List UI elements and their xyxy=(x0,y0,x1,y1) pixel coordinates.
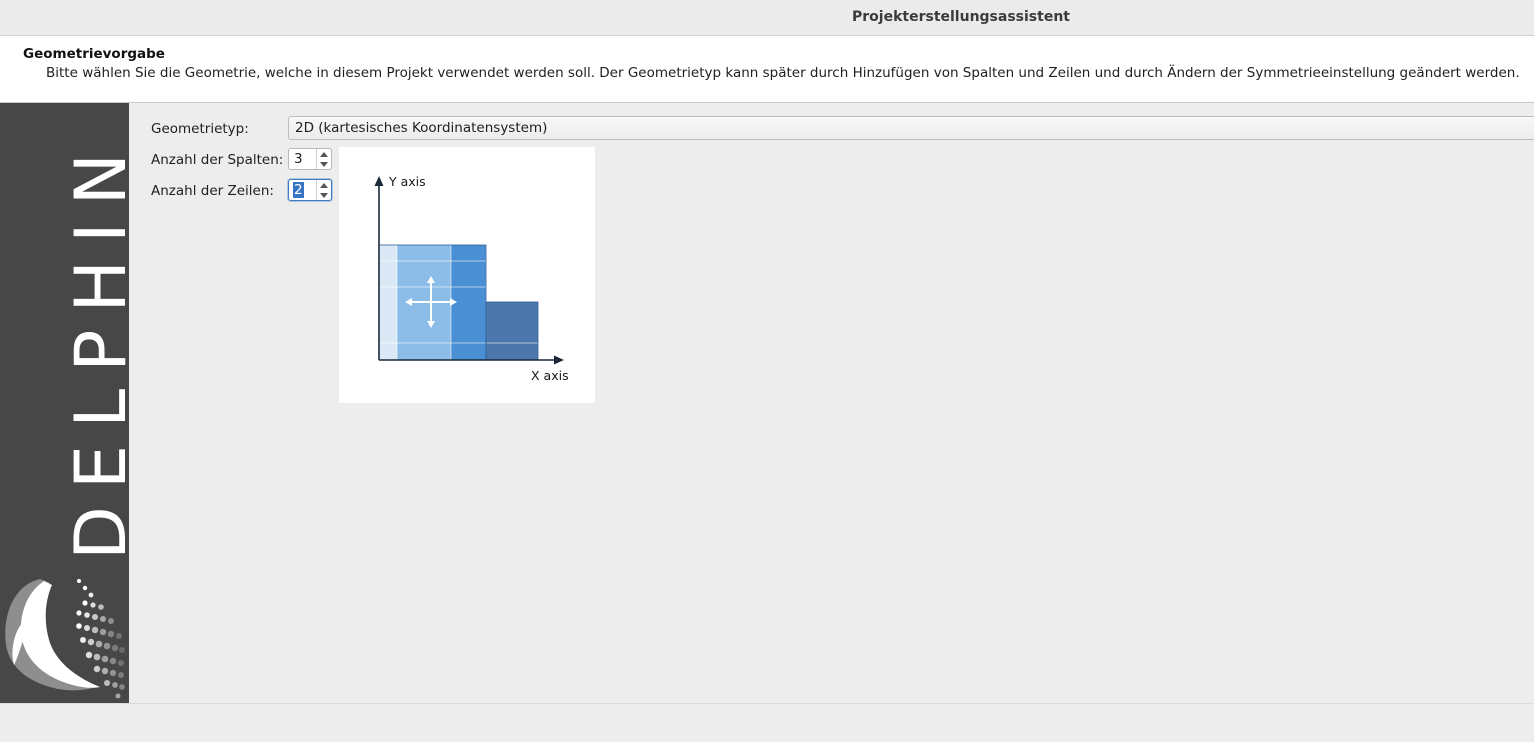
geometry-preview: Y axis X axis xyxy=(339,147,595,403)
columns-increment-arrow-icon[interactable] xyxy=(317,149,331,159)
geometry-type-label: Geometrietyp: xyxy=(151,121,249,137)
bottom-divider xyxy=(0,703,1534,704)
wizard-header: Geometrievorgabe Bitte wählen Sie die Ge… xyxy=(0,36,1534,103)
geometry-type-value: 2D (kartesisches Koordinatensystem) xyxy=(295,120,548,136)
rows-label: Anzahl der Zeilen: xyxy=(151,183,274,199)
window-title: Projekterstellungsassistent xyxy=(852,9,1070,25)
geometry-preview-graphic: Y axis X axis xyxy=(374,174,569,383)
y-axis-arrow-icon xyxy=(374,176,384,186)
x-axis-label: X axis xyxy=(531,368,569,383)
sidebar-logo-panel: DELPHIN xyxy=(0,103,129,703)
geometry-type-select[interactable]: 2D (kartesisches Koordinatensystem) xyxy=(288,116,1534,140)
x-axis-arrow-icon xyxy=(554,355,564,365)
delphin-logo-text: DELPHIN xyxy=(60,136,129,560)
rows-spin-buttons xyxy=(316,180,331,200)
columns-value[interactable]: 3 xyxy=(293,151,304,167)
columns-decrement-arrow-icon[interactable] xyxy=(317,159,331,169)
rows-decrement-arrow-icon[interactable] xyxy=(317,190,331,200)
delphin-logo: DELPHIN xyxy=(5,136,129,699)
rows-value[interactable]: 2 xyxy=(293,182,304,198)
page-description: Bitte wählen Sie die Geometrie, welche i… xyxy=(46,65,1520,81)
columns-spinbox[interactable]: 3 xyxy=(288,148,332,170)
columns-label: Anzahl der Spalten: xyxy=(151,152,284,168)
rows-spinbox[interactable]: 2 xyxy=(288,179,332,201)
window-titlebar[interactable]: Projekterstellungsassistent xyxy=(0,0,1534,36)
grid-cell-dark xyxy=(486,302,538,360)
rows-increment-arrow-icon[interactable] xyxy=(317,180,331,190)
y-axis-label: Y axis xyxy=(388,174,426,189)
page-title: Geometrievorgabe xyxy=(23,46,165,62)
columns-spin-buttons xyxy=(316,149,331,169)
dolphin-icon xyxy=(5,579,101,691)
